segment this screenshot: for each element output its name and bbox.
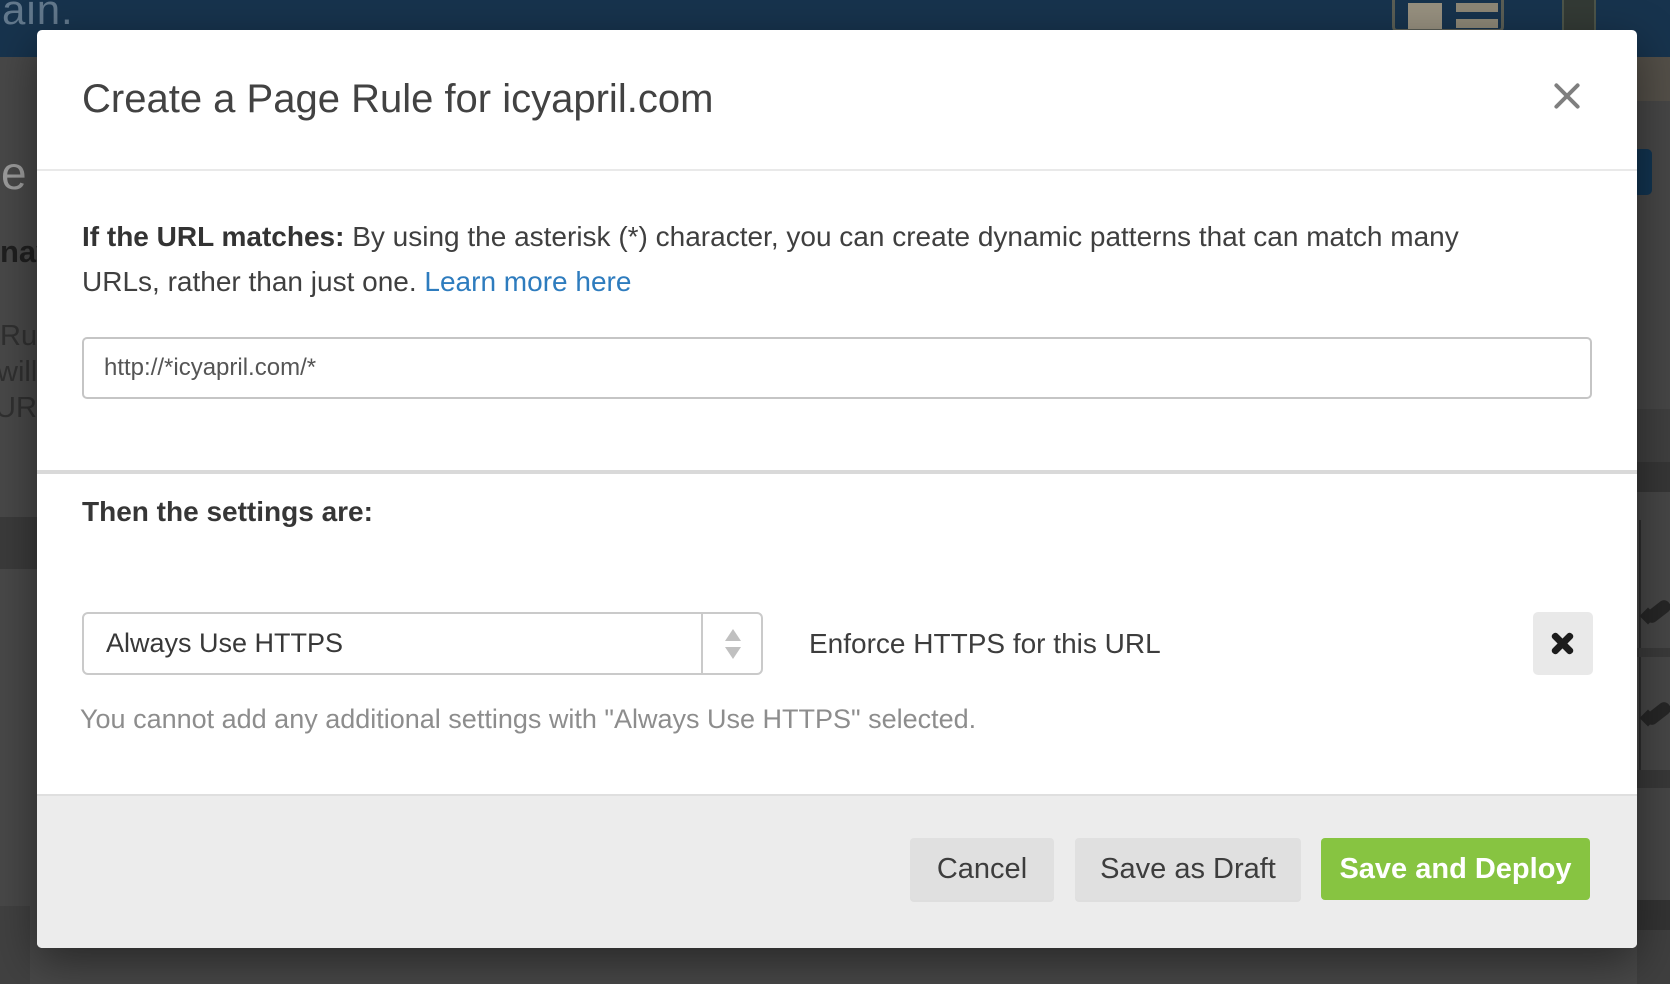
page-text-fragment: Ru [0,320,37,353]
navbar-text-fragment: ain. [2,0,74,34]
wrench-icon [1644,700,1670,726]
create-page-rule-modal: Create a Page Rule for icyapril.com If t… [37,30,1637,948]
save-as-draft-button[interactable]: Save as Draft [1075,838,1301,900]
page-band-fragment [0,906,30,984]
url-match-label: If the URL matches: [82,221,344,252]
page-heading-fragment: e [1,146,27,200]
save-and-deploy-button[interactable]: Save and Deploy [1321,838,1590,900]
page-text-fragment: will [0,356,37,389]
chevron-up-icon [725,629,741,641]
table-header-fragment [0,517,37,569]
close-icon[interactable] [1547,76,1587,116]
page-right-fragment [1637,57,1670,984]
chevron-down-icon [725,647,741,659]
section-divider [37,470,1637,474]
modal-footer: Cancel Save as Draft Save and Deploy [37,794,1637,948]
page-band-fragment [1637,57,1670,101]
select-spinner-icon[interactable] [701,614,761,673]
setting-select[interactable]: Always Use HTTPS [82,612,763,675]
learn-more-link[interactable]: Learn more here [424,266,631,297]
setting-select-value: Always Use HTTPS [106,614,343,673]
wrench-icon [1644,598,1670,624]
layout-grid-icon [1392,0,1504,32]
setting-description: Enforce HTTPS for this URL [809,628,1161,660]
blue-button-fragment [1637,149,1652,195]
remove-setting-button[interactable] [1533,612,1593,675]
header-divider [37,169,1637,171]
url-pattern-input[interactable] [82,337,1592,399]
table-row-fragment [1637,930,1670,984]
setting-note: You cannot add any additional settings w… [80,704,976,735]
url-match-description: If the URL matches: By using the asteris… [82,214,1522,304]
table-row-fragment [1637,900,1670,930]
modal-title: Create a Page Rule for icyapril.com [82,77,713,122]
table-row-fragment [1637,462,1670,492]
table-row-fragment [1637,409,1670,462]
table-row-fragment [1637,770,1670,788]
table-border-fragment [1637,648,1670,657]
settings-heading: Then the settings are: [82,496,373,528]
cancel-button[interactable]: Cancel [910,838,1054,900]
page-text-fragment: UR [0,392,37,425]
